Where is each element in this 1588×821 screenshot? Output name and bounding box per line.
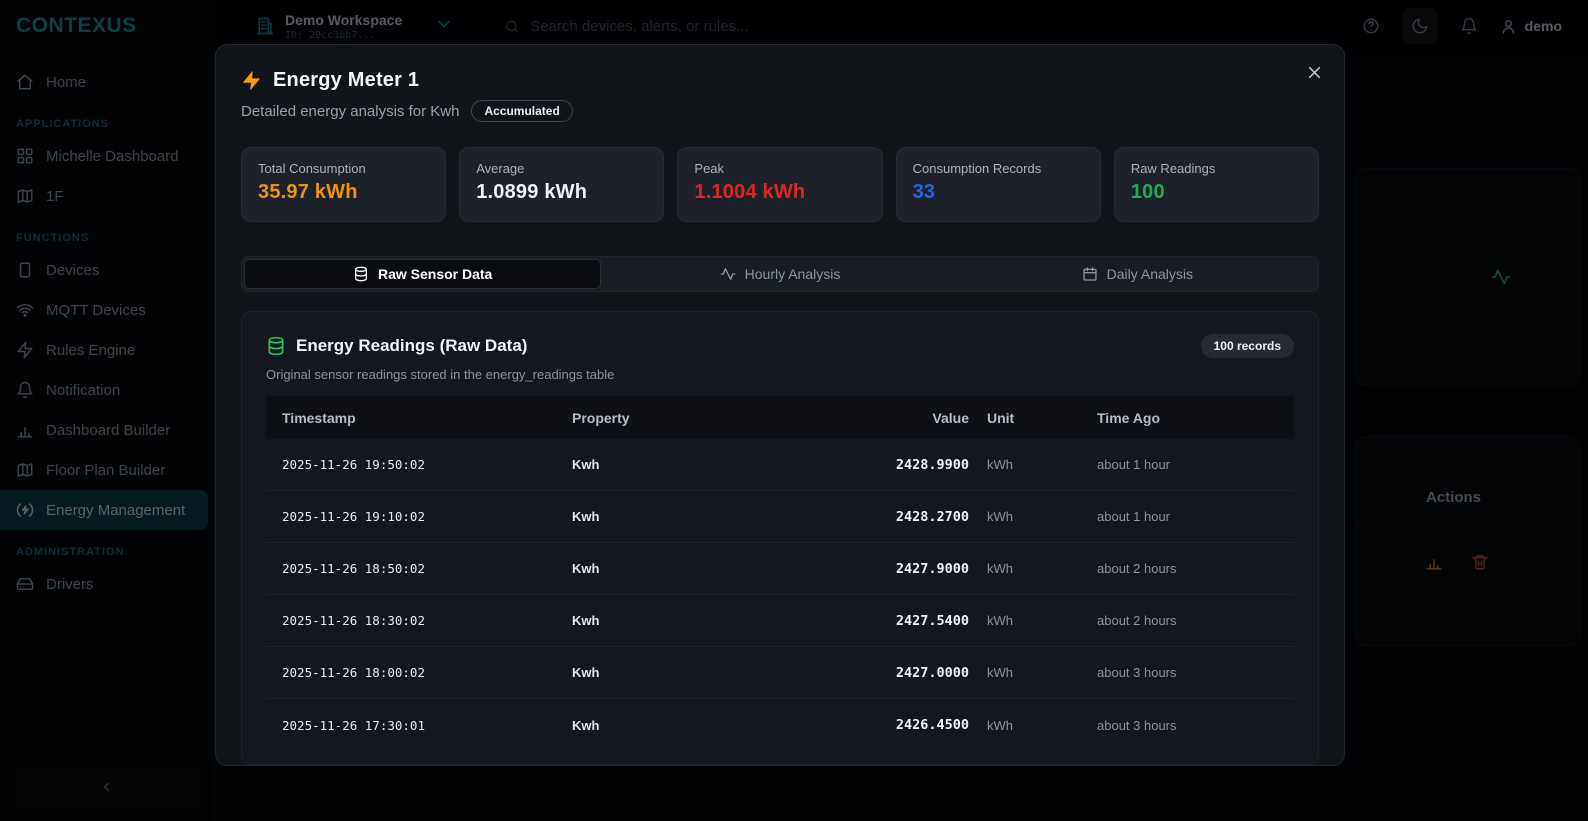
cell-timestamp: 2025-11-26 18:30:02 xyxy=(282,613,572,628)
tab-label: Hourly Analysis xyxy=(745,266,841,282)
energy-meter-modal: Energy Meter 1 Detailed energy analysis … xyxy=(215,44,1345,766)
cell-unit: kWh xyxy=(987,665,1097,680)
stat-label: Average xyxy=(476,161,647,176)
cell-value: 2428.9900 xyxy=(822,457,987,473)
activity-icon xyxy=(720,266,736,282)
col-time-ago: Time Ago xyxy=(1097,410,1278,426)
stat-value: 1.0899 kWh xyxy=(476,181,647,204)
stat-label: Total Consumption xyxy=(258,161,429,176)
database-icon xyxy=(266,336,286,356)
stat-value: 35.97 kWh xyxy=(258,181,429,204)
cell-time-ago: about 2 hours xyxy=(1097,613,1278,628)
modal-title: Energy Meter 1 xyxy=(273,69,419,92)
cell-property: Kwh xyxy=(572,457,822,472)
cell-time-ago: about 1 hour xyxy=(1097,457,1278,472)
table-header-row: Timestamp Property Value Unit Time Ago xyxy=(266,396,1294,439)
energy-readings-panel: Energy Readings (Raw Data) 100 records O… xyxy=(241,311,1319,765)
table-row[interactable]: 2025-11-26 17:30:01 Kwh 2426.4500 kWh ab… xyxy=(266,699,1294,751)
tab-label: Raw Sensor Data xyxy=(378,266,492,282)
cell-value: 2427.9000 xyxy=(822,561,987,577)
cell-time-ago: about 1 hour xyxy=(1097,509,1278,524)
col-unit: Unit xyxy=(987,410,1097,426)
stat-cards: Total Consumption 35.97 kWh Average 1.08… xyxy=(241,147,1319,222)
stat-value: 33 xyxy=(913,181,1084,204)
analysis-tabs: Raw Sensor Data Hourly Analysis Daily An… xyxy=(241,256,1319,292)
panel-subtitle: Original sensor readings stored in the e… xyxy=(266,367,1294,382)
stat-label: Peak xyxy=(694,161,865,176)
cell-unit: kWh xyxy=(987,509,1097,524)
tab-hourly-analysis[interactable]: Hourly Analysis xyxy=(601,259,958,289)
cell-unit: kWh xyxy=(987,718,1097,733)
cell-time-ago: about 3 hours xyxy=(1097,665,1278,680)
stat-card-total-consumption: Total Consumption 35.97 kWh xyxy=(241,147,446,222)
cell-timestamp: 2025-11-26 17:30:01 xyxy=(282,718,572,733)
cell-value: 2426.4500 xyxy=(822,717,987,733)
cell-value: 2428.2700 xyxy=(822,509,987,525)
calendar-icon xyxy=(1082,266,1098,282)
stat-card-raw-readings: Raw Readings 100 xyxy=(1114,147,1319,222)
stat-card-consumption-records: Consumption Records 33 xyxy=(896,147,1101,222)
cell-timestamp: 2025-11-26 18:50:02 xyxy=(282,561,572,576)
cell-unit: kWh xyxy=(987,613,1097,628)
col-timestamp: Timestamp xyxy=(282,410,572,426)
cell-timestamp: 2025-11-26 19:10:02 xyxy=(282,509,572,524)
table-row[interactable]: 2025-11-26 19:50:02 Kwh 2428.9900 kWh ab… xyxy=(266,439,1294,491)
stat-card-peak: Peak 1.1004 kWh xyxy=(677,147,882,222)
close-button[interactable] xyxy=(1305,63,1324,87)
tab-raw-sensor-data[interactable]: Raw Sensor Data xyxy=(244,259,601,289)
cell-property: Kwh xyxy=(572,718,822,733)
cell-time-ago: about 2 hours xyxy=(1097,561,1278,576)
cell-timestamp: 2025-11-26 19:50:02 xyxy=(282,457,572,472)
readings-table: Timestamp Property Value Unit Time Ago 2… xyxy=(266,396,1294,751)
table-row[interactable]: 2025-11-26 18:50:02 Kwh 2427.9000 kWh ab… xyxy=(266,543,1294,595)
stat-label: Consumption Records xyxy=(913,161,1084,176)
cell-value: 2427.0000 xyxy=(822,665,987,681)
stat-value: 100 xyxy=(1131,181,1302,204)
cell-unit: kWh xyxy=(987,457,1097,472)
col-property: Property xyxy=(572,410,822,426)
table-row[interactable]: 2025-11-26 18:30:02 Kwh 2427.5400 kWh ab… xyxy=(266,595,1294,647)
app-root: CONTEXUS Home APPLICATIONS Michelle Dash… xyxy=(0,0,1588,821)
panel-title: Energy Readings (Raw Data) xyxy=(296,336,527,356)
tab-label: Daily Analysis xyxy=(1107,266,1193,282)
cell-unit: kWh xyxy=(987,561,1097,576)
stat-card-average: Average 1.0899 kWh xyxy=(459,147,664,222)
cell-time-ago: about 3 hours xyxy=(1097,718,1278,733)
cell-timestamp: 2025-11-26 18:00:02 xyxy=(282,665,572,680)
tab-daily-analysis[interactable]: Daily Analysis xyxy=(959,259,1316,289)
cell-property: Kwh xyxy=(572,561,822,576)
stat-label: Raw Readings xyxy=(1131,161,1302,176)
modal-subtitle: Detailed energy analysis for Kwh xyxy=(241,103,459,120)
database-icon xyxy=(353,266,369,282)
records-count-badge: 100 records xyxy=(1201,334,1294,358)
cell-property: Kwh xyxy=(572,509,822,524)
col-value: Value xyxy=(822,410,987,426)
table-row[interactable]: 2025-11-26 19:10:02 Kwh 2428.2700 kWh ab… xyxy=(266,491,1294,543)
close-icon xyxy=(1305,63,1324,82)
stat-value: 1.1004 kWh xyxy=(694,181,865,204)
cell-property: Kwh xyxy=(572,613,822,628)
cell-property: Kwh xyxy=(572,665,822,680)
cell-value: 2427.5400 xyxy=(822,613,987,629)
table-row[interactable]: 2025-11-26 18:00:02 Kwh 2427.0000 kWh ab… xyxy=(266,647,1294,699)
accumulated-badge: Accumulated xyxy=(471,100,572,122)
zap-icon xyxy=(241,70,262,91)
